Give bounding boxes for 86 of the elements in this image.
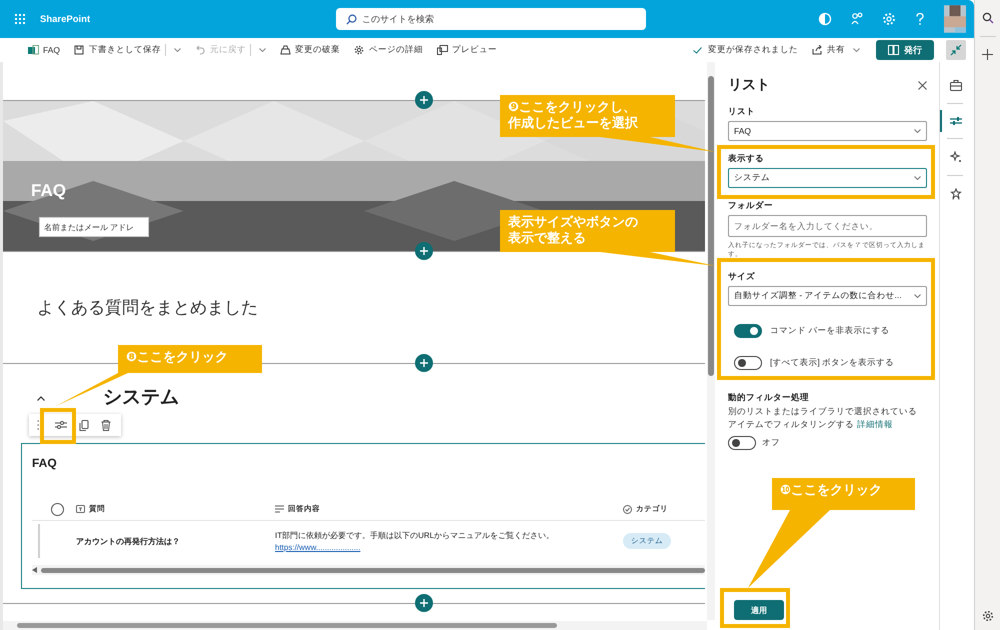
help-icon[interactable]	[914, 12, 926, 26]
check-circle-icon	[623, 504, 632, 514]
field-label: 表示する	[728, 153, 765, 165]
avatar-icon[interactable]	[944, 5, 966, 33]
highlight-frame	[720, 588, 790, 628]
plus-icon	[420, 599, 428, 607]
add-section-button[interactable]	[415, 91, 433, 109]
scrollbar[interactable]	[32, 565, 705, 575]
chevron-down-icon	[914, 129, 921, 133]
book-icon	[888, 45, 900, 55]
toolbar-button[interactable]: 下書きとして保存	[68, 42, 188, 58]
field-label: 動的フィルター処理	[728, 392, 810, 404]
search-icon[interactable]	[982, 12, 994, 24]
add-section-button[interactable]	[415, 594, 433, 612]
toggle-label: オフ	[762, 436, 780, 449]
lines-icon	[275, 504, 284, 514]
section-heading[interactable]: システム	[103, 388, 179, 408]
plus-icon	[420, 96, 428, 104]
share-icon	[812, 45, 824, 55]
close-button[interactable]	[918, 80, 927, 90]
field-label: リスト	[728, 106, 756, 118]
add-section-button[interactable]	[415, 354, 433, 372]
link[interactable]: https://www....................	[275, 543, 360, 552]
add-section-button[interactable]	[415, 242, 433, 260]
apply-button[interactable]: 適用	[734, 600, 784, 620]
delete-icon[interactable]	[101, 420, 111, 430]
chevron-down-icon	[259, 48, 266, 52]
floppy-icon	[74, 45, 86, 55]
text-paragraph[interactable]: よくある質問をまとめました	[37, 296, 258, 319]
table-cell-text: IT部門に依頼が必要です。手順は以下のURLからマニュアルをご覧ください。	[275, 530, 556, 541]
table-cell-text: アカウントの再発行方法は？	[76, 536, 181, 546]
folder-field[interactable]: フォルダー名を入力してください。	[728, 215, 927, 237]
search-icon	[346, 14, 358, 25]
dropdown[interactable]: システム	[728, 168, 927, 188]
bag-icon	[280, 45, 292, 55]
toggle-switch[interactable]	[734, 324, 762, 338]
dropdown[interactable]: 自動サイズ調整 - アイテムの数に合わせ...	[728, 286, 927, 306]
list-title: FAQ	[32, 456, 58, 470]
publish-button[interactable]: 発行	[876, 40, 934, 60]
settings-sliders-icon[interactable]	[55, 420, 67, 430]
panel-title: リスト	[728, 76, 770, 94]
scrollbar[interactable]	[707, 62, 715, 620]
chevron-down-icon	[853, 48, 860, 52]
scrollbar[interactable]	[3, 621, 707, 630]
save-status: 変更が保存されました	[708, 44, 798, 56]
field-label: フォルダー	[728, 200, 774, 212]
page-icon	[28, 45, 39, 55]
collapse-button[interactable]	[946, 40, 966, 60]
settings-icon[interactable]	[982, 610, 994, 622]
toolbar-button[interactable]: 変更の破棄	[274, 42, 346, 58]
toggle-switch[interactable]	[728, 436, 756, 450]
app-launcher-icon[interactable]	[14, 13, 26, 25]
toolbar-button[interactable]: プレビュー	[431, 42, 504, 58]
plus-icon	[420, 359, 428, 367]
dropdown[interactable]: FAQ	[728, 121, 927, 141]
copy-icon[interactable]	[79, 420, 89, 430]
chevron-down-icon	[914, 176, 921, 180]
highlight-frame	[40, 408, 76, 444]
toggle-label: [すべて表示] ボタンを表示する	[770, 357, 894, 370]
collapse-icon	[950, 44, 962, 56]
callout: ❿ここをクリック	[772, 478, 915, 510]
preview-icon	[437, 45, 448, 55]
chevron-down-icon	[174, 48, 182, 52]
halfmoon-icon[interactable]	[818, 12, 832, 26]
description-text: 別のリストまたはライブラリで選択されているアイテムでフィルタリングする 詳細情報	[728, 405, 918, 432]
callout: ❽ここをクリック	[118, 345, 262, 373]
check-icon	[693, 46, 702, 54]
undo-icon	[195, 45, 206, 55]
text-column-icon	[76, 504, 85, 514]
field-label: サイズ	[728, 271, 756, 284]
toolbar-button[interactable]: FAQ	[22, 43, 66, 57]
plus-icon	[420, 247, 428, 255]
author-field[interactable]: 名前またはメール アドレ	[39, 217, 149, 237]
add-icon[interactable]	[982, 49, 994, 60]
people-icon[interactable]	[850, 12, 864, 26]
scroll-left-icon	[32, 567, 37, 573]
share-button[interactable]: 共有	[806, 42, 866, 58]
toolbar-button[interactable]: ページの詳細	[348, 42, 430, 58]
toggle-label: コマンド バーを非表示にする	[770, 325, 890, 338]
toggle-switch[interactable]	[734, 356, 762, 370]
search-field[interactable]: このサイトを検索	[336, 8, 646, 30]
learn-more-link[interactable]: 詳細情報	[857, 419, 893, 430]
chevron-down-icon	[914, 294, 921, 298]
select-all-checkbox[interactable]	[51, 502, 64, 516]
chevron-up-icon[interactable]	[37, 396, 45, 400]
gear-icon	[354, 45, 366, 55]
